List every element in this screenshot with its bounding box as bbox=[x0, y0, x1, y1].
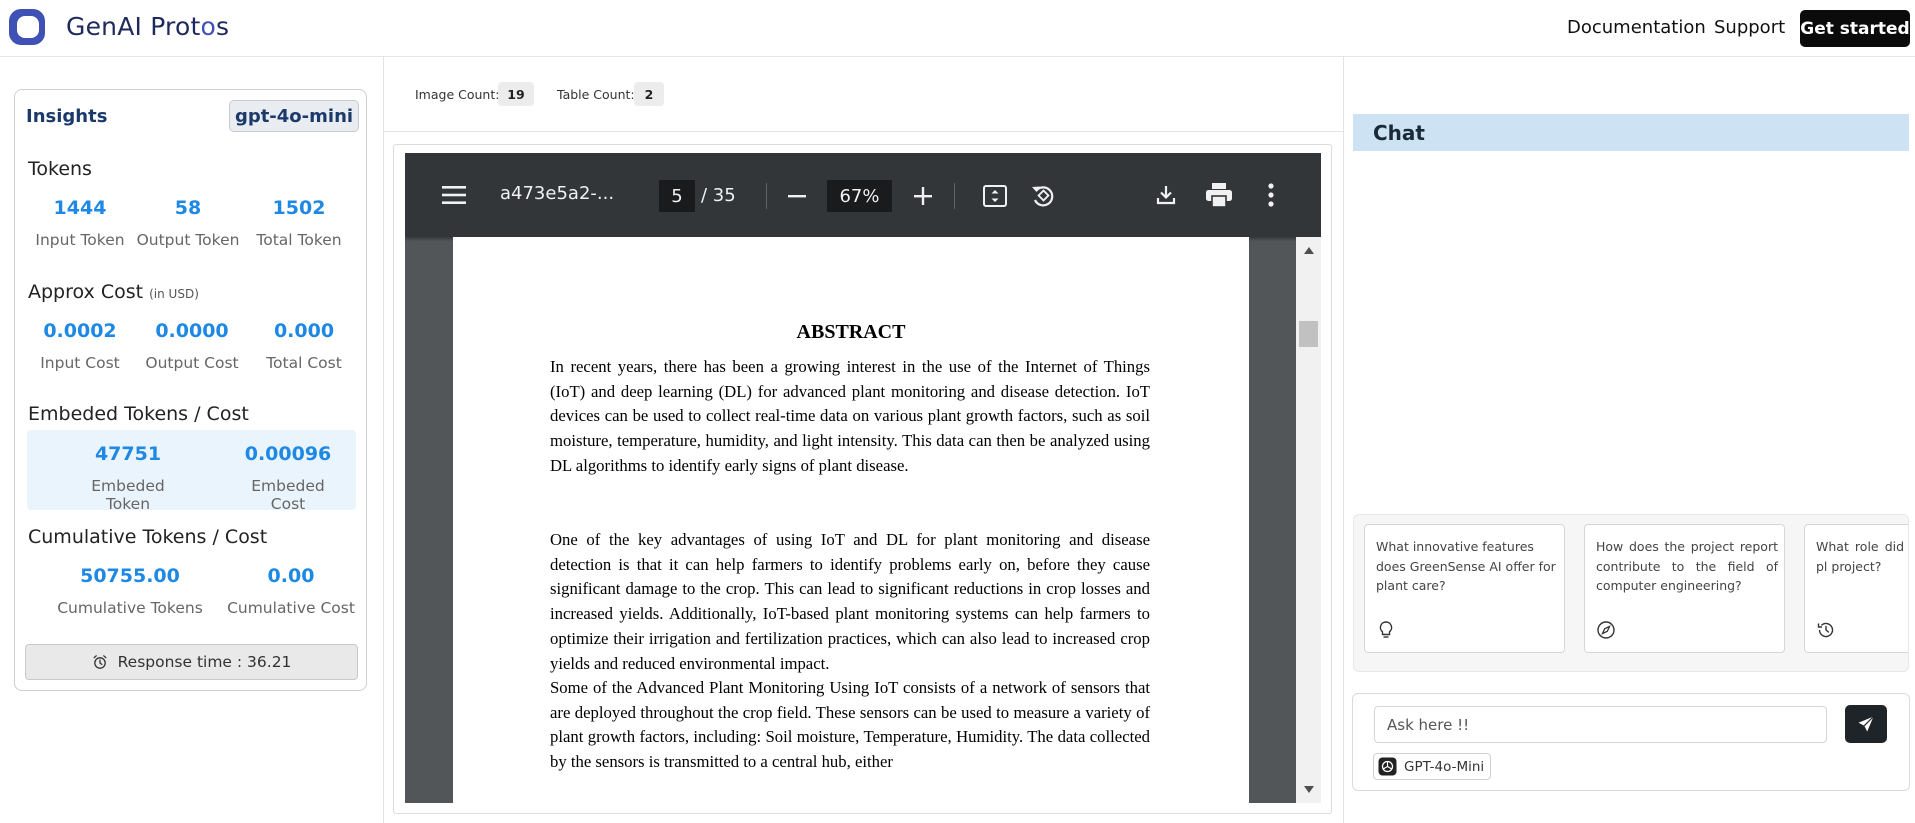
table-count-value: 2 bbox=[634, 82, 664, 106]
pdf-page: ABSTRACT In recent years, there has been… bbox=[453, 237, 1249, 803]
abstract-paragraph: Some of the Advanced Plant Monitoring Us… bbox=[550, 678, 1150, 772]
brand-name[interactable]: GenAI Protos bbox=[66, 12, 229, 41]
total-cost-label: Total Cost bbox=[266, 354, 342, 372]
pdf-viewer: a473e5a2-... 5 / 35 67% ABSTRACT In rece… bbox=[405, 153, 1321, 803]
send-icon bbox=[1858, 716, 1874, 732]
total-cost-value: 0.000 bbox=[273, 320, 335, 342]
input-token-label: Input Token bbox=[35, 231, 125, 249]
pdf-filename: a473e5a2-... bbox=[500, 183, 615, 204]
zoom-in-icon[interactable] bbox=[912, 185, 934, 207]
page-total: / 35 bbox=[701, 185, 736, 206]
chat-title: Chat bbox=[1373, 121, 1425, 145]
suggestion-text: What role did Pr Mukhedkar pl project? bbox=[1816, 539, 1908, 574]
suggestion-card[interactable]: How does the project report contribute t… bbox=[1584, 524, 1785, 653]
output-cost-metric: 0.0000 Output Cost bbox=[137, 320, 247, 372]
model-badge: gpt-4o-mini bbox=[229, 100, 359, 132]
cumulative-section-title: Cumulative Tokens / Cost bbox=[28, 526, 268, 548]
input-cost-value: 0.0002 bbox=[43, 320, 117, 342]
output-token-metric: 58 Output Token bbox=[133, 197, 243, 249]
openai-icon bbox=[1378, 757, 1397, 776]
nav-support-link[interactable]: Support bbox=[1714, 17, 1785, 38]
rotate-icon[interactable] bbox=[1029, 182, 1057, 210]
embedded-token-label: Embeded Token bbox=[91, 477, 165, 513]
abstract-paragraph: One of the key advantages of using IoT a… bbox=[550, 530, 1150, 673]
column-divider bbox=[1343, 57, 1344, 823]
ask-input[interactable] bbox=[1374, 706, 1827, 743]
insights-title: Insights bbox=[26, 106, 108, 127]
image-count-label: Image Count: bbox=[415, 87, 500, 102]
logo-icon[interactable] bbox=[6, 6, 48, 48]
total-cost-metric: 0.000 Total Cost bbox=[249, 320, 359, 372]
menu-icon[interactable] bbox=[441, 184, 467, 206]
model-chip-label: GPT-4o-Mini bbox=[1404, 758, 1485, 775]
download-icon[interactable] bbox=[1154, 183, 1178, 207]
output-cost-value: 0.0000 bbox=[155, 320, 229, 342]
pdf-toolbar: a473e5a2-... 5 / 35 67% bbox=[405, 153, 1321, 237]
model-selector-chip[interactable]: GPT-4o-Mini bbox=[1373, 753, 1492, 780]
tokens-section-title: Tokens bbox=[28, 158, 92, 180]
suggestion-card[interactable]: What innovative features does GreenSense… bbox=[1364, 524, 1565, 653]
cumulative-cost-metric: 0.00 Cumulative Cost bbox=[221, 565, 361, 617]
output-token-label: Output Token bbox=[136, 231, 240, 249]
output-cost-label: Output Cost bbox=[145, 354, 239, 372]
top-navbar: GenAI Protos Documentation Support Get s… bbox=[0, 0, 1915, 57]
scroll-up-icon[interactable] bbox=[1304, 247, 1314, 254]
embedded-cost-label: Embeded Cost bbox=[251, 477, 325, 513]
chat-input-panel: GPT-4o-Mini bbox=[1352, 693, 1910, 791]
table-count-label: Table Count: bbox=[557, 87, 635, 102]
toolbar-separator bbox=[954, 183, 955, 209]
scrollbar-thumb[interactable] bbox=[1299, 321, 1318, 347]
embedded-cost-metric: 0.00096 Embeded Cost bbox=[233, 443, 343, 513]
total-token-value: 1502 bbox=[272, 197, 326, 219]
embedded-token-value: 47751 bbox=[94, 443, 162, 465]
cumulative-cost-label: Cumulative Cost bbox=[227, 599, 355, 617]
input-cost-label: Input Cost bbox=[40, 354, 120, 372]
history-icon bbox=[1817, 622, 1834, 638]
column-divider bbox=[383, 57, 384, 823]
divider bbox=[384, 131, 1343, 132]
cost-section-title: Approx Cost (in USD) bbox=[28, 281, 199, 303]
abstract-heading: ABSTRACT bbox=[796, 321, 906, 343]
input-token-value: 1444 bbox=[53, 197, 107, 219]
total-token-metric: 1502 Total Token bbox=[244, 197, 354, 249]
toolbar-separator bbox=[766, 183, 767, 209]
abstract-paragraph: In recent years, there has been a growin… bbox=[550, 357, 1150, 475]
cumulative-token-value: 50755.00 bbox=[80, 565, 180, 587]
send-button[interactable] bbox=[1845, 705, 1887, 743]
response-time-text: Response time : 36.21 bbox=[117, 653, 292, 671]
alarm-clock-icon bbox=[93, 655, 107, 669]
fit-page-icon[interactable] bbox=[982, 183, 1008, 209]
input-cost-metric: 0.0002 Input Cost bbox=[25, 320, 135, 372]
response-time-button[interactable]: Response time : 36.21 bbox=[25, 644, 358, 680]
cumulative-token-metric: 50755.00 Cumulative Tokens bbox=[44, 565, 216, 617]
print-icon[interactable] bbox=[1205, 182, 1233, 208]
image-count-value: 19 bbox=[498, 82, 534, 106]
lightbulb-icon bbox=[1379, 621, 1393, 638]
suggestion-text: What innovative features does GreenSense… bbox=[1376, 539, 1556, 593]
chat-header: Chat bbox=[1353, 114, 1909, 151]
cost-unit: (in USD) bbox=[149, 287, 199, 301]
embedded-token-metric: 47751 Embeded Token bbox=[73, 443, 183, 513]
more-options-icon[interactable] bbox=[1267, 182, 1275, 208]
compass-icon bbox=[1597, 621, 1615, 639]
total-token-label: Total Token bbox=[256, 231, 342, 249]
get-started-button[interactable]: Get started bbox=[1800, 10, 1910, 47]
output-token-value: 58 bbox=[174, 197, 202, 219]
zoom-out-icon[interactable] bbox=[786, 185, 808, 207]
suggestion-card[interactable]: What role did Pr Mukhedkar pl project? bbox=[1804, 524, 1908, 653]
scroll-down-icon[interactable] bbox=[1304, 786, 1314, 793]
page-number-input[interactable]: 5 bbox=[659, 180, 695, 212]
cumulative-token-label: Cumulative Tokens bbox=[57, 599, 203, 617]
embedded-cost-value: 0.00096 bbox=[244, 443, 332, 465]
cumulative-cost-value: 0.00 bbox=[267, 565, 315, 587]
input-token-metric: 1444 Input Token bbox=[25, 197, 135, 249]
embedded-section-title: Embeded Tokens / Cost bbox=[28, 403, 249, 425]
insights-panel: Insights gpt-4o-mini Tokens 1444 Input T… bbox=[14, 89, 367, 691]
zoom-level-input[interactable]: 67% bbox=[827, 180, 892, 212]
suggestions-panel: What innovative features does GreenSense… bbox=[1353, 514, 1909, 672]
pdf-scrollbar[interactable] bbox=[1296, 237, 1321, 803]
nav-documentation-link[interactable]: Documentation bbox=[1567, 17, 1706, 38]
suggestion-text: How does the project report contribute t… bbox=[1596, 539, 1778, 593]
